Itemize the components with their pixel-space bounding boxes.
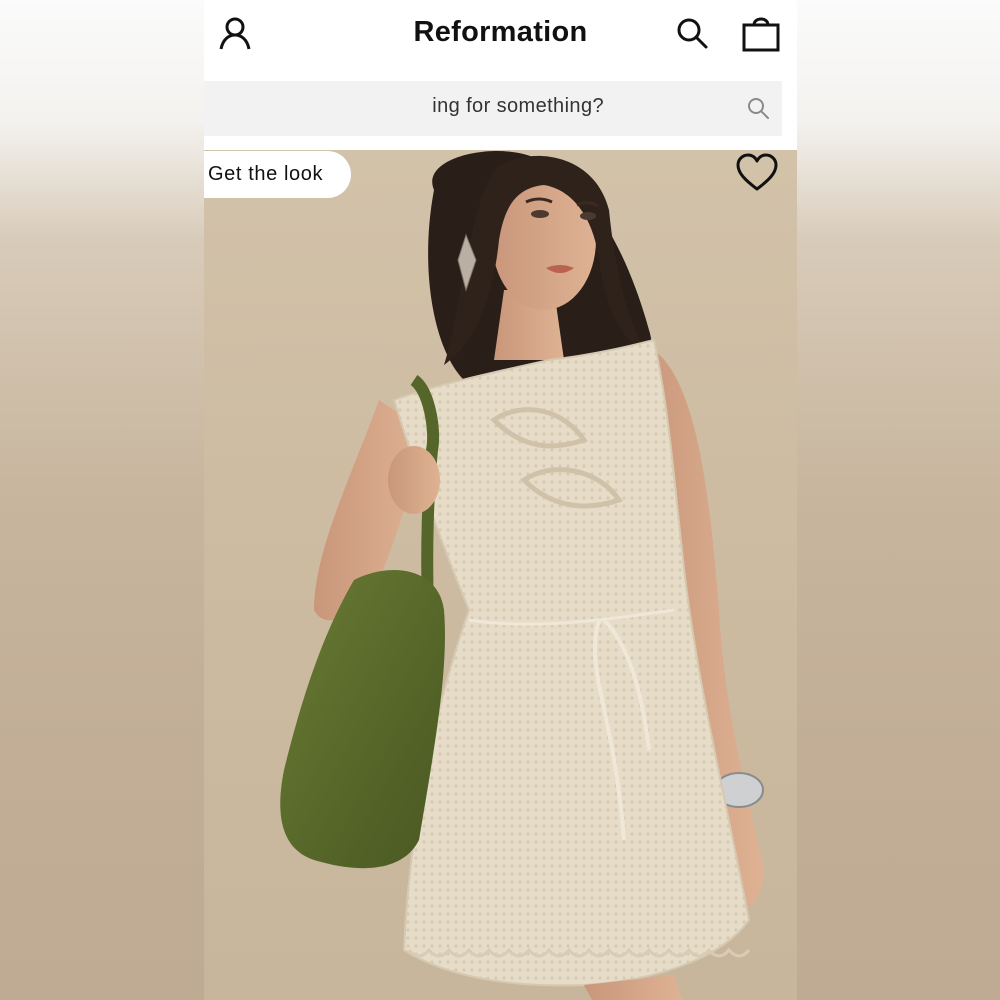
search-icon [677, 18, 708, 49]
bag-button[interactable] [740, 12, 782, 54]
app-screen: Reformation ing for something? Get the l… [204, 0, 797, 1000]
search-input[interactable]: ing for something? [204, 95, 724, 123]
get-the-look-label: Get the look [208, 163, 324, 185]
top-nav-bar: Reformation [204, 0, 797, 68]
search-input-text: ing for something? [432, 95, 604, 117]
search-icon[interactable] [746, 96, 770, 120]
heart-icon [736, 153, 778, 191]
search-button[interactable] [671, 12, 713, 54]
favorite-button[interactable] [735, 153, 779, 193]
bag-icon [742, 17, 780, 52]
search-bar-area: ing for something? [204, 68, 797, 150]
right-blurred-backdrop [797, 0, 1000, 1000]
product-photo [204, 150, 797, 1000]
get-the-look-button[interactable]: Get the look [204, 151, 352, 198]
left-blurred-backdrop [0, 0, 204, 1000]
search-field[interactable]: ing for something? [204, 81, 782, 136]
model-illustration [280, 151, 764, 1000]
